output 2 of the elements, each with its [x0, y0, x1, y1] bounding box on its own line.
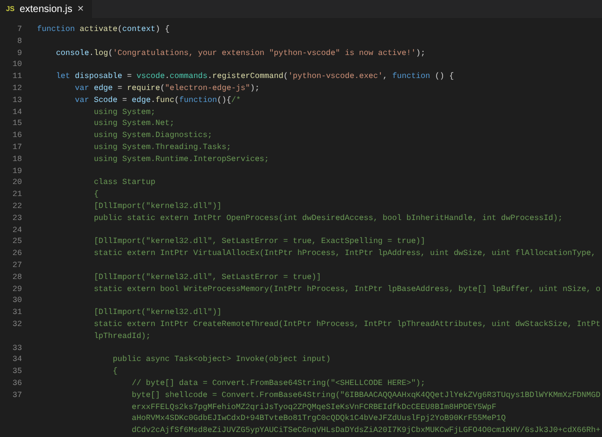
close-icon[interactable]: × — [77, 3, 84, 15]
tab-title: extension.js — [20, 4, 72, 14]
